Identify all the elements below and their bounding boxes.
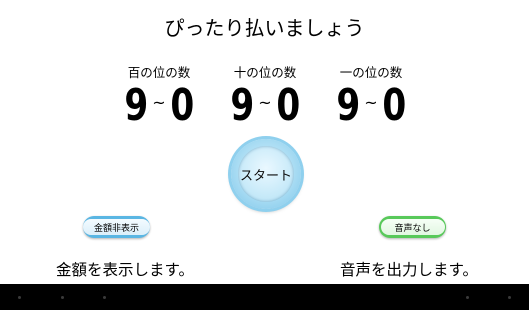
ones-tilde: ~: [364, 92, 378, 112]
hundreds-from-digit: 9: [124, 80, 148, 131]
hide-amount-label: 金額非表示: [83, 219, 150, 235]
hundreds-range[interactable]: 9 ~0: [99, 78, 219, 134]
tens-range[interactable]: 9 ~0: [205, 78, 325, 134]
hundreds-to-digit: 0: [170, 80, 194, 131]
page-title: ぴったり払いましょう: [164, 16, 365, 40]
navigation-bar: [0, 284, 529, 310]
nav-dot-icon: [61, 296, 64, 299]
tens-to-digit: 0: [276, 80, 300, 131]
ones-from-digit: 9: [336, 80, 360, 131]
start-button[interactable]: スタート: [231, 139, 301, 209]
nav-dot-icon: [18, 296, 21, 299]
hide-amount-toggle[interactable]: 金額非表示: [83, 216, 150, 238]
sound-off-toggle[interactable]: 音声なし: [379, 216, 446, 238]
nav-dot-icon: [466, 296, 469, 299]
nav-dot-icon: [508, 296, 511, 299]
tens-tilde: ~: [258, 92, 272, 112]
sound-off-label: 音声なし: [380, 219, 445, 235]
sound-status-text: 音声を出力します。: [340, 261, 478, 279]
hundreds-tilde: ~: [152, 92, 166, 112]
start-button-label: スタート: [238, 146, 294, 202]
tens-from-digit: 9: [230, 80, 254, 131]
ones-to-digit: 0: [382, 80, 406, 131]
ones-range[interactable]: 9 ~0: [311, 78, 431, 134]
amount-status-text: 金額を表示します。: [56, 261, 194, 279]
nav-dot-icon: [103, 296, 106, 299]
